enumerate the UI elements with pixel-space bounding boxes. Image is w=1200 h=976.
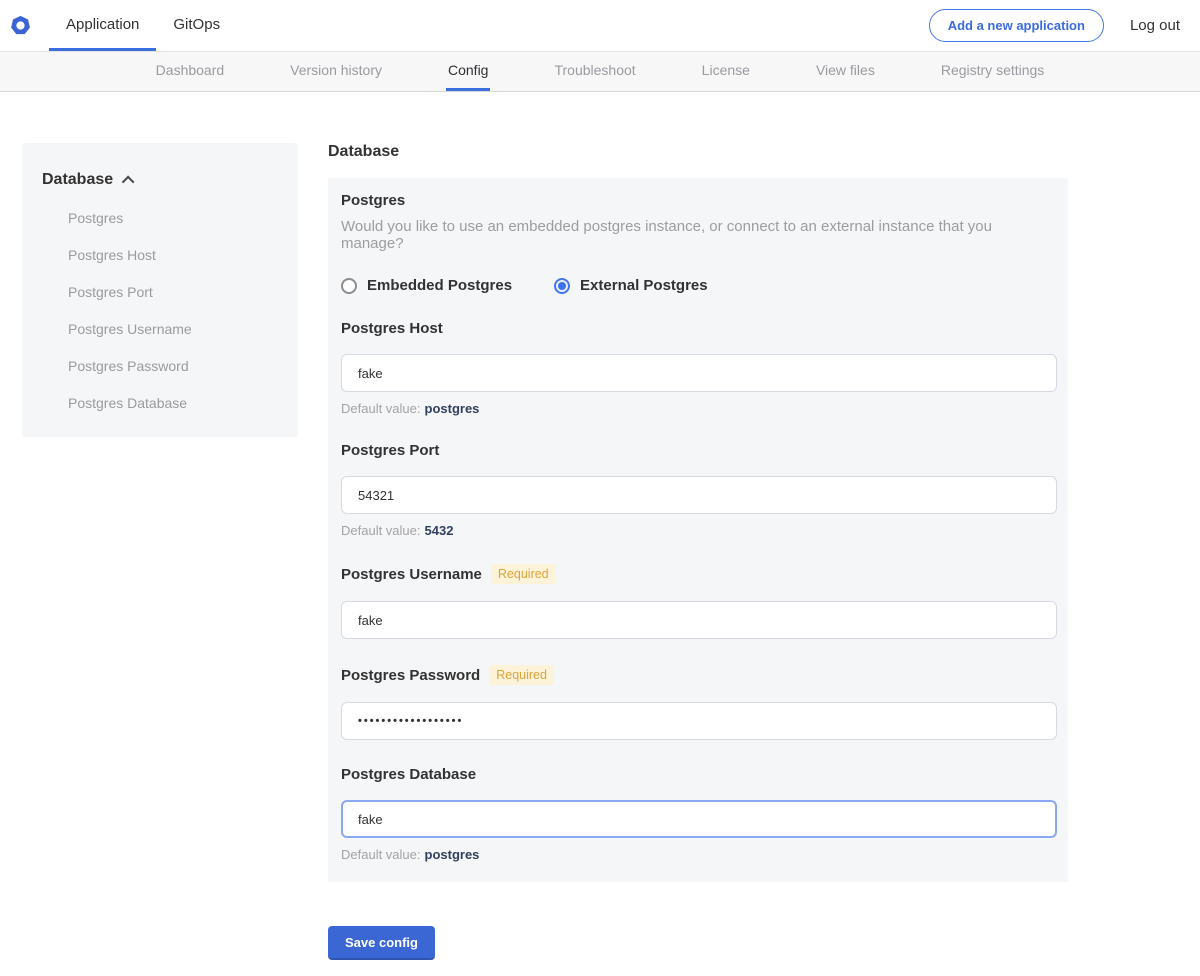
field-postgres-host: Postgres Host Default value: postgres	[341, 320, 1056, 416]
subnav-tab-license[interactable]: License	[700, 52, 752, 91]
default-value: 5432	[425, 523, 454, 538]
postgres-help-text: Would you like to use an embedded postgr…	[341, 218, 1056, 252]
field-label: Postgres Port	[341, 442, 439, 459]
postgres-host-input[interactable]	[341, 354, 1057, 392]
database-config-panel: Postgres Would you like to use an embedd…	[328, 178, 1068, 882]
sidebar-item-postgres-username[interactable]: Postgres Username	[42, 321, 278, 337]
default-value-helper: Default value: postgres	[341, 847, 1056, 862]
radio-label: External Postgres	[580, 277, 708, 294]
subnav-tab-label: Version history	[290, 62, 382, 78]
radio-external-postgres[interactable]: External Postgres	[554, 277, 708, 294]
top-tab-label: Application	[66, 16, 139, 33]
subnav-tab-label: Config	[448, 62, 488, 78]
field-label: Postgres Password	[341, 667, 480, 684]
chevron-up-icon	[122, 175, 135, 188]
subnav-tab-troubleshoot[interactable]: Troubleshoot	[552, 52, 637, 91]
config-sidebar: Database Postgres Postgres Host Postgres…	[22, 143, 298, 437]
field-postgres-password: Postgres Password Required	[341, 665, 1056, 740]
sidebar-group-label: Database	[42, 171, 113, 189]
default-value-helper: Default value: 5432	[341, 523, 1056, 538]
config-page: Database Postgres Postgres Host Postgres…	[0, 143, 1200, 976]
default-value-prefix: Default value:	[341, 401, 421, 416]
sidebar-item-postgres-password[interactable]: Postgres Password	[42, 358, 278, 374]
field-postgres-username: Postgres Username Required	[341, 564, 1056, 639]
default-value: postgres	[425, 401, 480, 416]
field-postgres-database: Postgres Database Default value: postgres	[341, 766, 1056, 862]
postgres-mode-radio-group: Embedded Postgres External Postgres	[341, 277, 1056, 294]
radio-label: Embedded Postgres	[367, 277, 512, 294]
subnav-tab-label: View files	[816, 62, 875, 78]
section-title: Database	[328, 143, 1068, 161]
app-logo[interactable]	[0, 0, 49, 51]
field-label: Postgres Host	[341, 320, 443, 337]
config-main: Database Postgres Would you like to use …	[328, 143, 1068, 976]
required-badge: Required	[489, 665, 554, 685]
postgres-group-label: Postgres	[341, 192, 1056, 209]
add-new-application-button[interactable]: Add a new application	[929, 9, 1104, 42]
sidebar-item-postgres-host[interactable]: Postgres Host	[42, 247, 278, 263]
required-badge: Required	[491, 564, 556, 584]
subnav-tab-version-history[interactable]: Version history	[288, 52, 384, 91]
field-postgres-port: Postgres Port Default value: 5432	[341, 442, 1056, 538]
top-bar-right: Add a new application Log out	[929, 0, 1200, 51]
subnav-tab-label: Dashboard	[156, 62, 225, 78]
subnav-tab-registry-settings[interactable]: Registry settings	[939, 52, 1046, 91]
radio-embedded-postgres[interactable]: Embedded Postgres	[341, 277, 512, 294]
radio-unchecked-icon[interactable]	[341, 278, 357, 294]
subnav-tab-label: Registry settings	[941, 62, 1044, 78]
default-value: postgres	[425, 847, 480, 862]
postgres-port-input[interactable]	[341, 476, 1057, 514]
sidebar-item-postgres-port[interactable]: Postgres Port	[42, 284, 278, 300]
top-tab-label: GitOps	[173, 16, 220, 33]
top-tab-gitops[interactable]: GitOps	[156, 0, 237, 51]
field-label: Postgres Database	[341, 766, 476, 783]
default-value-helper: Default value: postgres	[341, 401, 1056, 416]
top-tab-application[interactable]: Application	[49, 0, 156, 51]
field-label: Postgres Username	[341, 566, 482, 583]
subnav-tab-label: Troubleshoot	[554, 62, 635, 78]
subnav-tab-dashboard[interactable]: Dashboard	[154, 52, 227, 91]
top-bar: Application GitOps Add a new application…	[0, 0, 1200, 52]
postgres-username-input[interactable]	[341, 601, 1057, 639]
subnav-tab-label: License	[702, 62, 750, 78]
sidebar-item-postgres[interactable]: Postgres	[42, 210, 278, 226]
postgres-password-input[interactable]	[341, 702, 1057, 740]
replicated-logo-icon	[10, 15, 31, 36]
default-value-prefix: Default value:	[341, 523, 421, 538]
subnav-tab-view-files[interactable]: View files	[814, 52, 877, 91]
sidebar-group-database[interactable]: Database	[42, 171, 278, 189]
default-value-prefix: Default value:	[341, 847, 421, 862]
sidebar-item-postgres-database[interactable]: Postgres Database	[42, 395, 278, 411]
subnav-tab-config[interactable]: Config	[446, 52, 490, 91]
logout-link[interactable]: Log out	[1130, 17, 1180, 34]
save-config-button[interactable]: Save config	[328, 926, 435, 960]
app-subnav: Dashboard Version history Config Trouble…	[0, 52, 1200, 92]
postgres-database-input[interactable]	[341, 800, 1057, 838]
radio-checked-icon[interactable]	[554, 278, 570, 294]
